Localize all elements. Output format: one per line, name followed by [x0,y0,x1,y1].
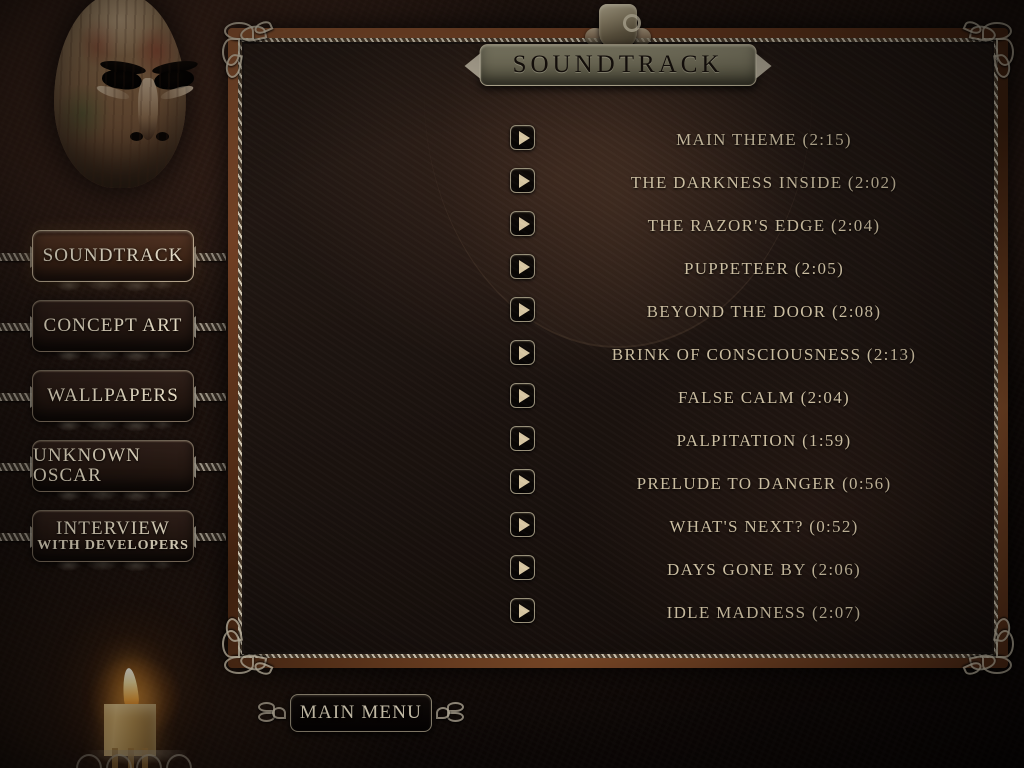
sidebar-connector-left [0,533,34,541]
track-title: IDLE MADNESS (2:07) [666,602,862,622]
track-title: PRELUDE TO DANGER (0:56) [636,473,892,493]
sidebar-connector-left [0,253,34,261]
play-icon[interactable] [510,383,535,408]
track-row[interactable]: IDLE MADNESS (2:07) [244,591,992,634]
track-row[interactable]: DAYS GONE BY (2:06) [244,548,992,591]
flourish-ornament-right [430,700,466,726]
track-title: PALPITATION (1:59) [676,430,852,450]
track-row[interactable]: BEYOND THE DOOR (2:08) [244,290,992,333]
sidebar-item-concept-art[interactable]: CONCEPT ART [32,300,194,352]
play-triangle [518,517,530,532]
lit-candle-art [62,654,212,768]
track-title: THE RAZOR'S EDGE (2:04) [647,215,881,235]
sidebar-row: WALLPAPERS [0,362,226,434]
play-triangle [518,345,530,360]
mask-face [54,0,199,188]
main-menu-button[interactable]: MAIN MENU [290,694,432,732]
sidebar-connector-left [0,323,34,331]
play-triangle [518,302,530,317]
mask-cheek-right [159,83,195,102]
sidebar-item-label: INTERVIEW [56,517,170,539]
play-icon[interactable] [510,168,535,193]
crest-ring [623,14,641,32]
mask-brow-left [99,58,147,77]
play-icon[interactable] [510,598,535,623]
play-triangle [518,130,530,145]
content-panel: MAIN THEME (2:15) THE DARKNESS INSIDE (2:… [222,4,1014,678]
sidebar-row: SOUNDTRACK [0,222,226,294]
play-icon[interactable] [510,297,535,322]
play-icon[interactable] [510,211,535,236]
track-title: MAIN THEME (2:15) [676,129,852,149]
track-row[interactable]: MAIN THEME (2:15) [244,118,992,161]
track-row[interactable]: PUPPETEER (2:05) [244,247,992,290]
main-menu-area: MAIN MENU [256,694,466,734]
play-triangle [518,560,530,575]
sidebar-connector-right [192,533,226,541]
mask-nostril-left [130,132,143,141]
track-row[interactable]: PRELUDE TO DANGER (0:56) [244,462,992,505]
mask-cheek-left [95,83,131,102]
mask-nose [138,78,158,140]
sidebar-row: CONCEPT ART [0,292,226,364]
sidebar-connector-right [192,463,226,471]
sidebar-row: INTERVIEW WITH DEVELOPERS [0,502,226,574]
carved-mask-art [26,0,216,200]
track-row[interactable]: THE RAZOR'S EDGE (2:04) [244,204,992,247]
sidebar-connector-right [192,253,226,261]
play-triangle [518,431,530,446]
candle-body [104,704,156,768]
sidebar-connector-left [0,463,34,471]
mask-eye-left [100,67,144,92]
sidebar-item-sublabel: WITH DEVELOPERS [37,537,189,553]
play-triangle [518,388,530,403]
plaque-cap-right [755,53,772,79]
main-menu-label: MAIN MENU [299,702,423,723]
sidebar-item-label: CONCEPT ART [43,315,183,337]
play-icon[interactable] [510,254,535,279]
track-title: BRINK OF CONSCIOUSNESS (2:13) [611,344,917,364]
track-title: PUPPETEER (2:05) [683,258,845,278]
track-title: DAYS GONE BY (2:06) [667,559,861,579]
track-row[interactable]: WHAT'S NEXT? (0:52) [244,505,992,548]
play-icon[interactable] [510,340,535,365]
sidebar-item-wallpapers[interactable]: WALLPAPERS [32,370,194,422]
sidebar-item-label: UNKNOWN OSCAR [33,445,141,486]
panel-interior: MAIN THEME (2:15) THE DARKNESS INSIDE (2:… [244,44,992,652]
sidebar-connector-right [192,393,226,401]
sidebar-connector-left [0,393,34,401]
sidebar-row: UNKNOWN OSCAR [0,432,226,504]
sidebar-item-label: SOUNDTRACK [42,245,184,267]
play-icon[interactable] [510,426,535,451]
page-title-plaque: SOUNDTRACK [464,44,772,86]
sidebar-item-label: WALLPAPERS [47,385,179,407]
track-title: BEYOND THE DOOR (2:08) [646,301,882,321]
play-triangle [518,173,530,188]
track-row[interactable]: BRINK OF CONSCIOUSNESS (2:13) [244,333,992,376]
sidebar-item-unknown-oscar[interactable]: UNKNOWN OSCAR [32,440,194,492]
page-title: SOUNDTRACK [512,51,724,78]
track-title: WHAT'S NEXT? (0:52) [669,516,859,536]
play-triangle [518,216,530,231]
play-triangle [518,259,530,274]
sidebar-connector-right [192,323,226,331]
play-icon[interactable] [510,469,535,494]
mask-nostril-right [156,132,169,141]
track-row[interactable]: THE DARKNESS INSIDE (2:02) [244,161,992,204]
soundtrack-list: MAIN THEME (2:15) THE DARKNESS INSIDE (2:… [244,118,992,634]
play-icon[interactable] [510,555,535,580]
plaque-cap-left [464,53,481,79]
play-icon[interactable] [510,512,535,537]
sidebar-item-interview[interactable]: INTERVIEW WITH DEVELOPERS [32,510,194,562]
flourish-ornament-left [256,700,292,726]
track-row[interactable]: PALPITATION (1:59) [244,419,992,462]
play-triangle [518,603,530,618]
sidebar: SOUNDTRACK CONCEPT ART WALLPAPERS UNKNOWN O… [0,222,226,574]
track-row[interactable]: FALSE CALM (2:04) [244,376,992,419]
sidebar-item-soundtrack[interactable]: SOUNDTRACK [32,230,194,282]
track-title: FALSE CALM (2:04) [678,387,850,407]
track-title: THE DARKNESS INSIDE (2:02) [630,172,898,192]
play-triangle [518,474,530,489]
play-icon[interactable] [510,125,535,150]
